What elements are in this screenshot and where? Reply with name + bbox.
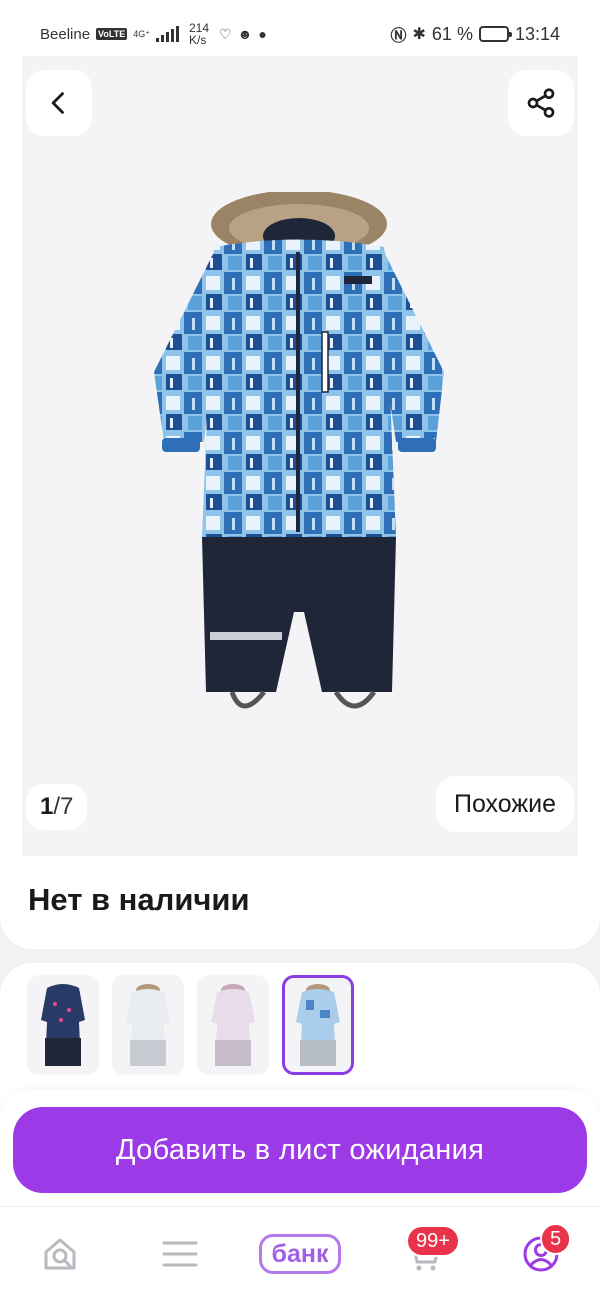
image-counter: 1 / 7 — [26, 784, 88, 830]
variant-image — [41, 984, 85, 1066]
signal-icon — [155, 26, 179, 42]
variant-thumb-lilac[interactable] — [197, 975, 269, 1075]
stock-status: Нет в наличии — [28, 882, 250, 917]
similar-button[interactable]: Похожие — [435, 776, 574, 832]
volte-badge: VoLTE — [96, 28, 128, 40]
image-gallery[interactable]: 1 / 7 Похожие — [22, 56, 578, 856]
network-speed: 214 K/s — [189, 22, 209, 46]
carrier-name: Beeline — [40, 25, 91, 43]
smiley-icon: ☻ — [237, 25, 253, 42]
cta-panel: Добавить в лист ожидания — [0, 1090, 600, 1210]
menu-icon — [162, 1241, 198, 1267]
share-button[interactable] — [508, 70, 574, 136]
clock: 13:14 — [514, 23, 560, 44]
nav-bank[interactable]: банк — [257, 1229, 343, 1279]
variant-thumb-white[interactable] — [112, 975, 184, 1075]
status-left: Beeline VoLTE 4G⁺ 214 K/s ♡ ☻ ● — [40, 22, 267, 46]
nav-catalog[interactable] — [160, 1229, 200, 1279]
network-label: 4G⁺ — [133, 28, 150, 39]
profile-badge: 5 — [540, 1223, 572, 1255]
variant-thumb-navy[interactable] — [27, 975, 99, 1075]
counter-total: 7 — [60, 793, 74, 820]
heart-rate-icon: ♡ — [219, 25, 232, 42]
bottom-navigation: банк 99+ 5 — [0, 1206, 600, 1299]
battery-percent: 61 % — [431, 23, 473, 44]
share-icon — [527, 88, 555, 118]
product-card: 1 / 7 Похожие Нет в наличии — [0, 56, 600, 949]
nfc-icon: Ⓝ — [390, 28, 407, 45]
variant-image — [126, 984, 170, 1066]
back-button[interactable] — [26, 70, 92, 136]
variant-image — [296, 984, 340, 1066]
add-to-waitlist-button[interactable]: Добавить в лист ожидания — [13, 1107, 587, 1193]
chat-bubble-icon: ● — [258, 25, 267, 42]
counter-current: 1 — [40, 793, 54, 820]
cart-badge: 99+ — [406, 1225, 460, 1257]
variant-thumb-blue[interactable] — [282, 975, 354, 1075]
status-right: Ⓝ ✱ 61 % 13:14 — [391, 22, 561, 46]
product-photo — [154, 192, 444, 709]
arrow-left-icon — [51, 92, 64, 114]
variant-image — [211, 984, 255, 1066]
notification-icons: ♡ ☻ ● — [219, 26, 267, 43]
bluetooth-icon: ✱ — [412, 26, 426, 43]
home-search-icon — [44, 1238, 76, 1270]
battery-icon — [478, 26, 512, 42]
bank-logo: банк — [258, 1234, 342, 1274]
speed-unit: K/s — [188, 33, 207, 47]
network-type: 4G⁺ — [133, 28, 150, 39]
counter-separator: / — [53, 793, 61, 820]
nav-home[interactable] — [38, 1229, 82, 1279]
